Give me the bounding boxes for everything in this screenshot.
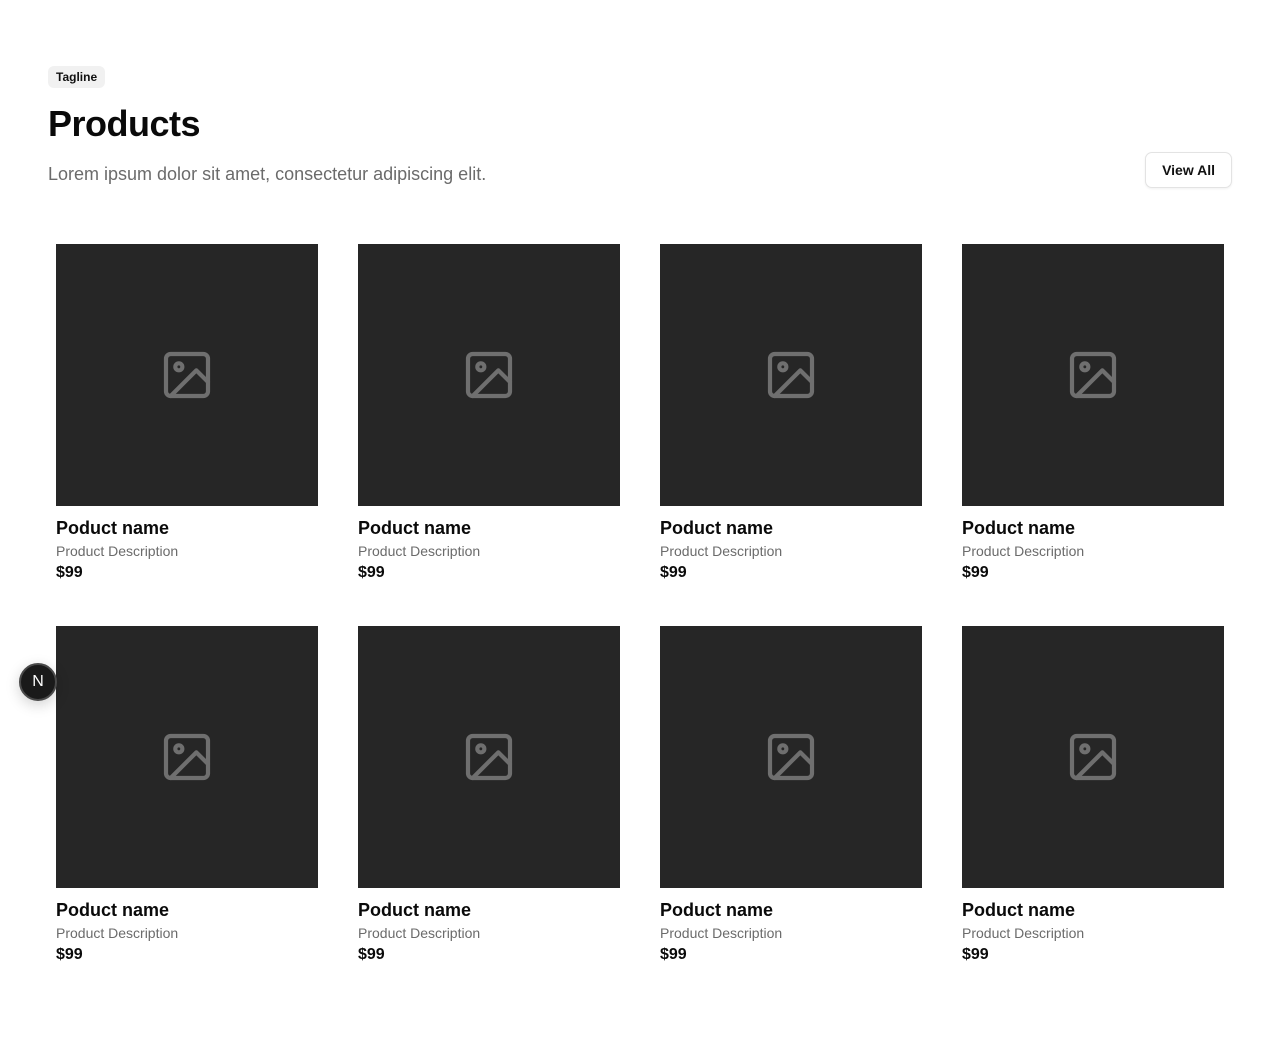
- product-card[interactable]: Poduct name Product Description $99: [660, 244, 922, 582]
- product-name: Poduct name: [56, 900, 170, 920]
- product-card[interactable]: Poduct name Product Description $99: [962, 244, 1224, 582]
- image-placeholder-icon: [465, 733, 513, 781]
- product-description: Product Description: [660, 925, 783, 941]
- product-card[interactable]: Poduct name Product Description $99: [358, 244, 620, 582]
- product-price: $99: [962, 946, 989, 963]
- page-title: Products: [48, 103, 201, 144]
- product-image: [56, 626, 318, 888]
- product-description: Product Description: [56, 925, 179, 941]
- product-grid: Poduct name Product Description $99 Podu…: [56, 244, 1224, 964]
- nextjs-logo-icon: N: [32, 673, 44, 690]
- image-placeholder-icon: [767, 733, 815, 781]
- product-price: $99: [660, 564, 687, 581]
- image-placeholder-icon: [1069, 351, 1117, 399]
- product-price: $99: [660, 946, 687, 963]
- product-card[interactable]: Poduct name Product Description $99: [56, 626, 318, 964]
- product-card[interactable]: Poduct name Product Description $99: [358, 626, 620, 964]
- view-all-button[interactable]: View All: [1145, 152, 1232, 188]
- product-name: Poduct name: [358, 518, 472, 538]
- product-description: Product Description: [962, 543, 1085, 559]
- image-placeholder-icon: [163, 351, 211, 399]
- image-placeholder-icon: [163, 733, 211, 781]
- product-description: Product Description: [660, 543, 783, 559]
- section-header: Tagline Products Lorem ipsum dolor sit a…: [48, 66, 1232, 196]
- product-name: Poduct name: [962, 900, 1076, 920]
- section-subtitle: Lorem ipsum dolor sit amet, consectetur …: [48, 164, 487, 184]
- product-description: Product Description: [358, 925, 481, 941]
- product-name: Poduct name: [660, 900, 774, 920]
- product-name: Poduct name: [660, 518, 774, 538]
- product-price: $99: [358, 564, 385, 581]
- product-image: [56, 244, 318, 506]
- product-description: Product Description: [358, 543, 481, 559]
- product-image: [962, 626, 1224, 888]
- product-description: Product Description: [962, 925, 1085, 941]
- product-price: $99: [358, 946, 385, 963]
- product-name: Poduct name: [56, 518, 170, 538]
- product-image: [358, 244, 620, 506]
- product-price: $99: [56, 946, 83, 963]
- image-placeholder-icon: [767, 351, 815, 399]
- image-placeholder-icon: [1069, 733, 1117, 781]
- product-image: [358, 626, 620, 888]
- image-placeholder-icon: [465, 351, 513, 399]
- product-image: [660, 244, 922, 506]
- product-image: [660, 626, 922, 888]
- products-section: Tagline Products Lorem ipsum dolor sit a…: [0, 0, 1280, 1040]
- product-description: Product Description: [56, 543, 179, 559]
- product-card[interactable]: Poduct name Product Description $99: [56, 244, 318, 582]
- product-price: $99: [962, 564, 989, 581]
- tagline-badge: Tagline: [48, 66, 106, 88]
- product-card[interactable]: Poduct name Product Description $99: [962, 626, 1224, 964]
- product-name: Poduct name: [358, 900, 472, 920]
- product-price: $99: [56, 564, 83, 581]
- product-card[interactable]: Poduct name Product Description $99: [660, 626, 922, 964]
- product-name: Poduct name: [962, 518, 1076, 538]
- product-image: [962, 244, 1224, 506]
- nextjs-devtools-button[interactable]: N: [19, 663, 57, 701]
